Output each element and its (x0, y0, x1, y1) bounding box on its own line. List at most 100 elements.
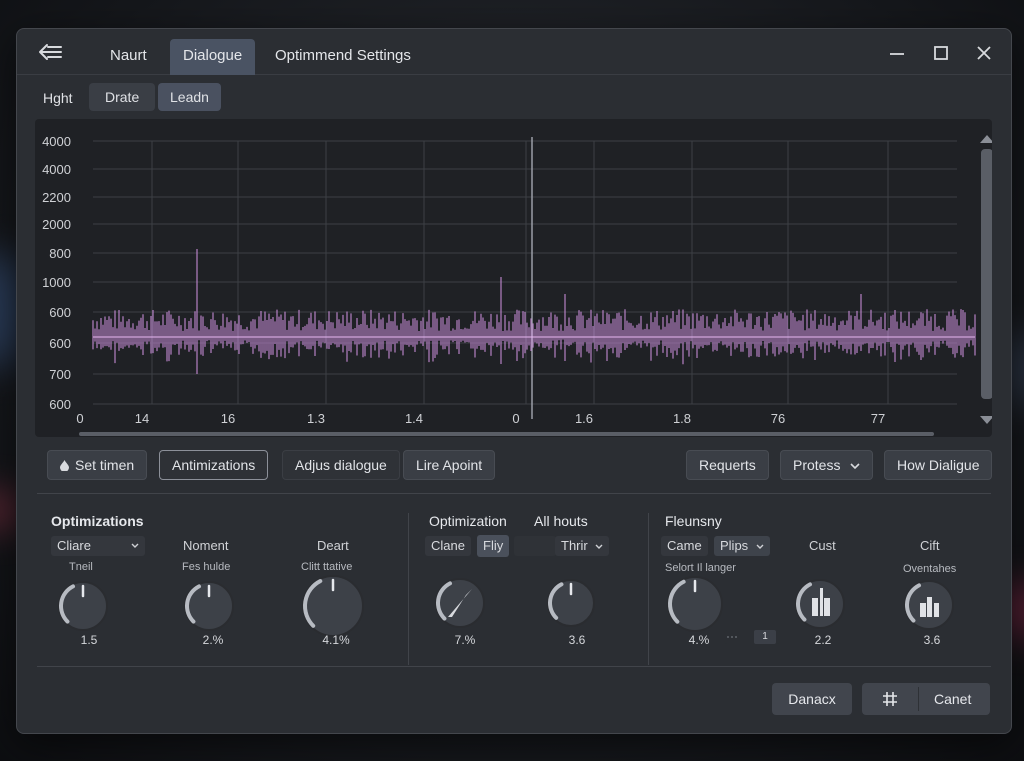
knob-graphic (795, 579, 845, 629)
panel-divider (648, 513, 649, 665)
x-tick-label: 14 (135, 411, 149, 426)
tab-naurt[interactable]: Naurt (97, 39, 160, 75)
tab-optimmend-settings[interactable]: Optimmend Settings (262, 39, 424, 75)
scroll-down-icon (980, 416, 992, 424)
title-bar: Naurt Dialogue Optimmend Settings (17, 29, 1011, 75)
y-tick-label: 600 (49, 397, 71, 412)
subtab-drate[interactable]: Drate (89, 83, 156, 111)
tab-dialogue[interactable]: Dialogue (170, 39, 256, 75)
knob-dial[interactable] (667, 576, 730, 639)
chevron-down-icon (595, 544, 603, 549)
fliy-chip[interactable]: Fliy (477, 535, 510, 557)
knob-bar (920, 603, 926, 617)
y-tick-label: 600 (49, 305, 71, 320)
chevron-down-icon (756, 544, 764, 549)
knob-value: 7.% (454, 633, 476, 647)
knob-graphic (904, 580, 954, 630)
knob-dial[interactable] (795, 579, 850, 634)
knob-value: 4.% (688, 633, 710, 647)
grid-icon (883, 692, 897, 706)
scroll-up-icon (980, 135, 992, 143)
chevron-down-icon (850, 463, 860, 470)
mini-value: 1 (754, 630, 776, 644)
x-tick-label: 76 (771, 411, 785, 426)
y-tick-label: 600 (49, 336, 71, 351)
y-tick-label: 1000 (42, 275, 71, 290)
knob-dial[interactable] (547, 579, 602, 634)
cift-label: Cift (920, 538, 940, 553)
y-tick-label: 700 (49, 367, 71, 382)
subtab-hght[interactable]: Hght (31, 85, 85, 111)
footer-button-divider (918, 687, 919, 711)
danacx-button[interactable]: Danacx (772, 683, 852, 715)
protess-dropdown[interactable]: Protess (780, 450, 874, 480)
section-divider (37, 493, 991, 494)
knob-graphic (547, 579, 595, 627)
knob-graphic (435, 578, 485, 628)
canet-button[interactable]: Canet (862, 683, 990, 715)
set-timer-button[interactable]: Set timen (47, 450, 148, 480)
oventahes-label: Oventahes (903, 563, 957, 575)
mini-value-field[interactable]: 1 (724, 630, 780, 644)
protess-label: Protess (793, 457, 841, 473)
fleunsny-heading: Fleunsny (665, 513, 722, 529)
knob-bar (820, 588, 823, 616)
y-tick-label: 2000 (42, 217, 71, 232)
cust-label: Cust (809, 538, 836, 553)
minimize-icon[interactable] (885, 41, 909, 65)
subtab-leadn[interactable]: Leadn (158, 83, 221, 111)
knob-dial[interactable] (435, 578, 492, 635)
thrir-select-label: Thrir (561, 538, 588, 553)
how-dialogue-button[interactable]: How Dialigue (884, 450, 993, 480)
knob-dial[interactable] (58, 581, 115, 638)
plips-select-label: Plips (720, 538, 749, 553)
knob-value: 3.6 (568, 633, 586, 647)
y-tick-label: 800 (49, 246, 71, 261)
x-tick-label: 1.3 (307, 411, 325, 426)
canet-label: Canet (934, 691, 972, 707)
x-tick-label: 16 (221, 411, 235, 426)
y-tick-label: 2200 (42, 190, 71, 205)
x-tick-label: 0 (512, 411, 519, 426)
optimizations-heading: Optimizations (51, 513, 144, 529)
x-tick-label: 77 (871, 411, 885, 426)
thrir-select[interactable]: Thrir (555, 536, 610, 556)
horizontal-scrollbar-thumb (79, 432, 934, 436)
knob-value: 4.1% (322, 633, 350, 647)
knob-bar (934, 603, 939, 617)
blank-chip[interactable] (514, 536, 556, 556)
chevron-down-icon (131, 543, 139, 548)
deart-label: Deart (317, 538, 349, 553)
waveform-plot[interactable]: 4000 4000 2200 2000 800 1000 600 600 700 600 0 14 16… (35, 119, 992, 437)
x-tick-label: 1.4 (405, 411, 423, 426)
knob-value: 3.6 (923, 633, 941, 647)
lire-apoint-button[interactable]: Lire Apoint (403, 450, 496, 480)
antimizations-button[interactable]: Antimizations (159, 450, 269, 480)
knob-value: 2.% (202, 633, 224, 647)
knob-bar (812, 598, 818, 616)
knob-label: Tneil (69, 561, 93, 573)
cliare-select-label: Cliare (57, 538, 91, 553)
drop-icon (60, 452, 69, 472)
all-hours-heading: All houts (534, 513, 588, 529)
adjust-dialogue-button[interactable]: Adjus dialogue (282, 450, 400, 480)
knob-bar (927, 597, 932, 617)
vertical-scrollbar-thumb (981, 149, 992, 399)
close-icon[interactable] (972, 41, 996, 65)
knob-dial[interactable] (184, 581, 241, 638)
knob-value: 2.2 (814, 633, 832, 647)
came-chip[interactable]: Came (661, 536, 708, 556)
back-arrow-icon[interactable] (37, 41, 67, 63)
maximize-icon[interactable] (929, 41, 953, 65)
knob-bar (824, 598, 830, 616)
clane-chip[interactable]: Clane (425, 536, 471, 556)
knob-dial[interactable] (904, 580, 959, 635)
noment-label: Noment (183, 538, 229, 553)
plips-select[interactable]: Plips (714, 536, 770, 556)
cliare-select[interactable]: Cliare (51, 536, 145, 556)
requests-button[interactable]: Requerts (686, 450, 769, 480)
waveform-chart: 4000 4000 2200 2000 800 1000 600 600 700 600 0 14 16… (42, 134, 992, 436)
settings-window: Naurt Dialogue Optimmend Settings Hght D… (16, 28, 1012, 734)
knob-graphic (58, 581, 108, 631)
y-tick-label: 4000 (42, 134, 71, 149)
